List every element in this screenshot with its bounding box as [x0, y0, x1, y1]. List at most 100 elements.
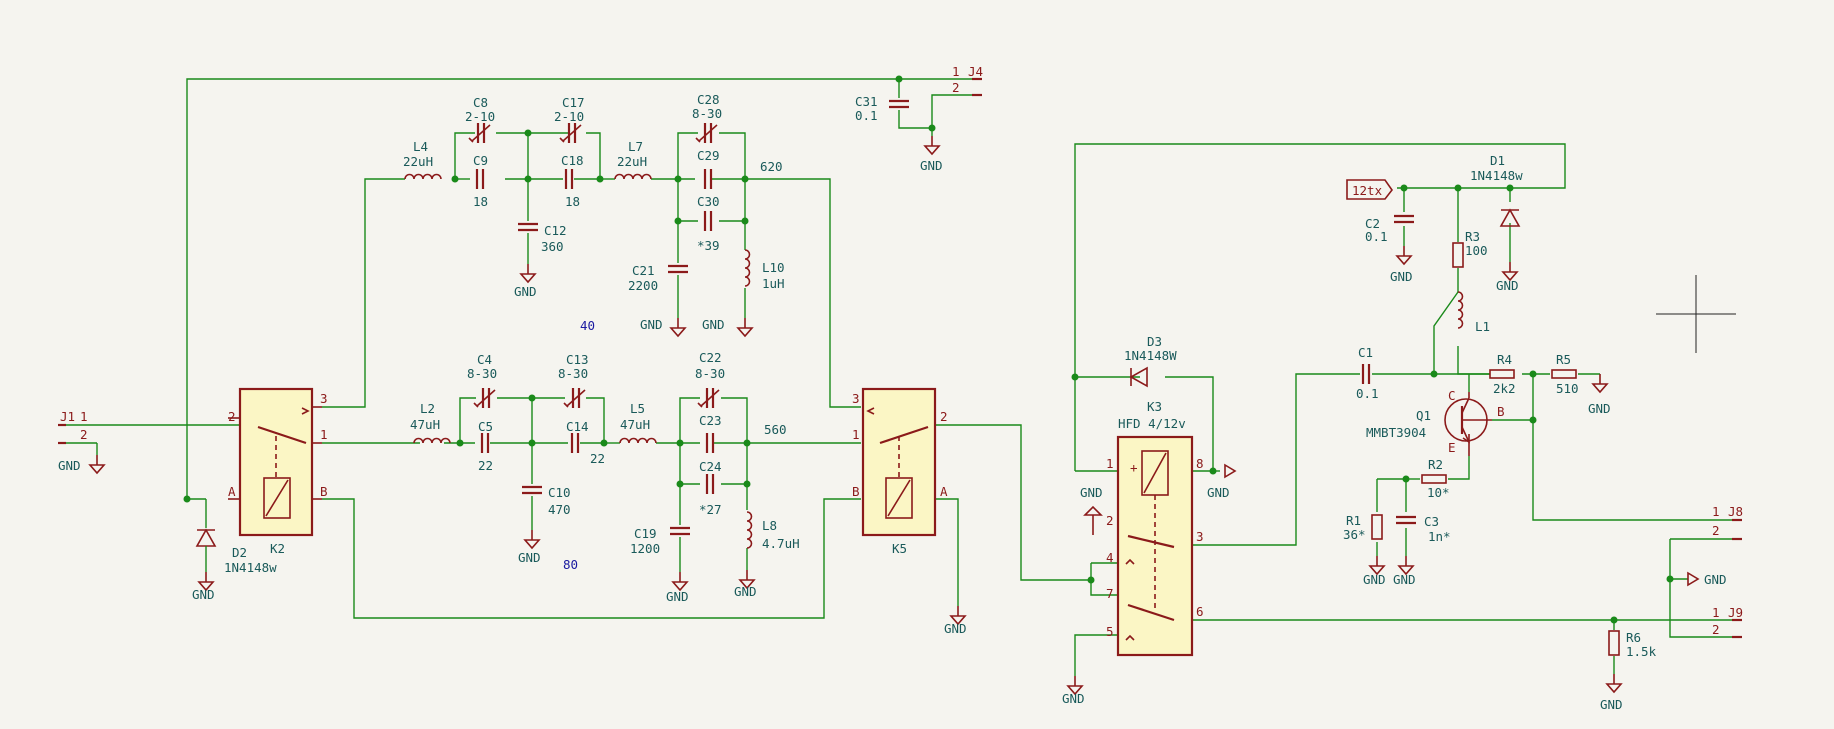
capacitor-c29[interactable] — [703, 167, 713, 191]
capacitor-c21[interactable] — [666, 264, 690, 274]
j8-ref: J8 — [1728, 504, 1743, 519]
capacitor-c30[interactable] — [703, 209, 713, 233]
svg-text:*39: *39 — [697, 238, 720, 253]
svg-text:C: C — [1448, 388, 1456, 403]
svg-text:L7: L7 — [628, 139, 643, 154]
capacitor-c22[interactable] — [696, 386, 721, 410]
diode-d1[interactable]: D11N4148w — [1470, 153, 1523, 227]
svg-text:R1: R1 — [1346, 513, 1361, 528]
resistor-r1[interactable] — [1371, 514, 1383, 540]
svg-text:5: 5 — [1106, 624, 1114, 639]
resistor-r6[interactable] — [1608, 630, 1620, 656]
capacitor-c24[interactable] — [705, 472, 715, 496]
inductor-l5[interactable] — [619, 437, 657, 444]
capacitor-c12[interactable] — [516, 222, 540, 232]
svg-text:8-30: 8-30 — [558, 366, 588, 381]
svg-text:GND: GND — [734, 584, 757, 599]
inductor-l7[interactable] — [614, 173, 652, 180]
resistor-r3[interactable] — [1452, 242, 1464, 268]
capacitor-c19[interactable] — [668, 526, 692, 536]
svg-text:GND: GND — [514, 284, 537, 299]
resistor-r2[interactable] — [1421, 474, 1447, 484]
relay-k5[interactable]: 3 1 2 B A K5 — [852, 387, 948, 556]
capacitor-c10[interactable] — [520, 485, 544, 495]
capacitor-c14[interactable] — [570, 431, 580, 455]
capacitor-c3[interactable] — [1394, 515, 1418, 525]
svg-text:C30: C30 — [697, 194, 720, 209]
svg-text:8-30: 8-30 — [467, 366, 497, 381]
svg-text:GND: GND — [1588, 401, 1611, 416]
transistor-q1[interactable]: C B E — [1444, 388, 1505, 456]
inductor-l1[interactable] — [1457, 291, 1464, 329]
relay-k2[interactable]: 2 3 1 A B K2 — [228, 387, 328, 556]
svg-text:R4: R4 — [1497, 352, 1512, 367]
resistor-r5[interactable] — [1551, 369, 1577, 379]
svg-text:1.5k: 1.5k — [1626, 644, 1657, 659]
svg-text:C14: C14 — [566, 419, 589, 434]
connector-j9[interactable]: 1 2 J9 — [1712, 605, 1743, 639]
capacitor-c9[interactable] — [475, 167, 485, 191]
svg-text:1: 1 — [320, 427, 328, 442]
capacitor-c28[interactable] — [694, 121, 719, 145]
connector-j8[interactable]: 1 2 J8 — [1712, 504, 1743, 541]
svg-text:*27: *27 — [699, 502, 722, 517]
svg-text:3: 3 — [852, 391, 860, 406]
svg-text:GND: GND — [1390, 269, 1413, 284]
relay-k3[interactable]: + 1 2 4 7 5 8 3 6 K3 HFD 4/12v — [1106, 399, 1204, 657]
band-label-80: 80 — [563, 557, 578, 572]
svg-text:R3: R3 — [1465, 229, 1480, 244]
svg-text:Q1: Q1 — [1416, 408, 1431, 423]
j1-pin2: 2 — [80, 427, 88, 442]
capacitor-c4[interactable] — [472, 386, 497, 410]
svg-text:B: B — [320, 484, 328, 499]
svg-text:100: 100 — [1465, 243, 1488, 258]
capacitor-c5[interactable] — [480, 431, 490, 455]
inductor-l8[interactable] — [746, 511, 753, 549]
svg-text:1200: 1200 — [630, 541, 660, 556]
filter-40m: L422uH C82-10 C918 C172-10 C1818 C12360 … — [403, 92, 911, 293]
svg-text:GND: GND — [1496, 278, 1519, 293]
svg-text:2-10: 2-10 — [465, 109, 495, 124]
svg-text:0.1: 0.1 — [855, 108, 878, 123]
svg-text:1N4148w: 1N4148w — [224, 560, 277, 575]
schematic-canvas: J1 1 2 1 2 J4 1 2 J8 1 2 J9 GND GND GND … — [58, 64, 1743, 712]
svg-text:C4: C4 — [477, 352, 492, 367]
svg-text:C13: C13 — [566, 352, 589, 367]
connector-j1[interactable]: J1 1 2 — [58, 409, 98, 455]
inductor-l10[interactable] — [744, 249, 751, 287]
svg-text:GND: GND — [1600, 697, 1623, 712]
svg-text:1: 1 — [1106, 456, 1114, 471]
j4-pin2: 2 — [952, 80, 960, 95]
svg-text:R2: R2 — [1428, 457, 1443, 472]
j8-pin1: 1 — [1712, 504, 1720, 519]
resistor-r4[interactable] — [1489, 369, 1515, 379]
svg-text:L1: L1 — [1475, 319, 1490, 334]
capacitor-c18[interactable] — [564, 167, 574, 191]
svg-text:4: 4 — [1106, 550, 1114, 565]
capacitor-c2[interactable] — [1392, 214, 1416, 224]
capacitor-c23[interactable] — [705, 431, 715, 455]
capacitor-c13[interactable] — [562, 386, 587, 410]
j8-pin2: 2 — [1712, 523, 1720, 538]
svg-text:C19: C19 — [634, 526, 657, 541]
capacitor-c1[interactable] — [1361, 364, 1371, 384]
svg-text:GND: GND — [1080, 485, 1103, 500]
inductor-l4[interactable] — [404, 173, 442, 180]
j9-pin1: 1 — [1712, 605, 1720, 620]
svg-text:8-30: 8-30 — [692, 106, 722, 121]
net-label-12tx: 12tx — [1352, 183, 1383, 198]
svg-text:7: 7 — [1106, 586, 1114, 601]
svg-text:6: 6 — [1196, 604, 1204, 619]
svg-text:C23: C23 — [699, 413, 722, 428]
svg-text:47uH: 47uH — [410, 417, 440, 432]
svg-text:C22: C22 — [699, 350, 722, 365]
diode-d3[interactable]: D31N4148W — [1124, 334, 1177, 388]
svg-text:8: 8 — [1196, 456, 1204, 471]
svg-text:C12: C12 — [544, 223, 567, 238]
svg-text:22: 22 — [478, 458, 493, 473]
svg-text:L4: L4 — [413, 139, 428, 154]
svg-text:2-10: 2-10 — [554, 109, 584, 124]
svg-text:2200: 2200 — [628, 278, 658, 293]
capacitor-c31[interactable] — [887, 99, 911, 109]
j1-pin1: 1 — [80, 409, 88, 424]
